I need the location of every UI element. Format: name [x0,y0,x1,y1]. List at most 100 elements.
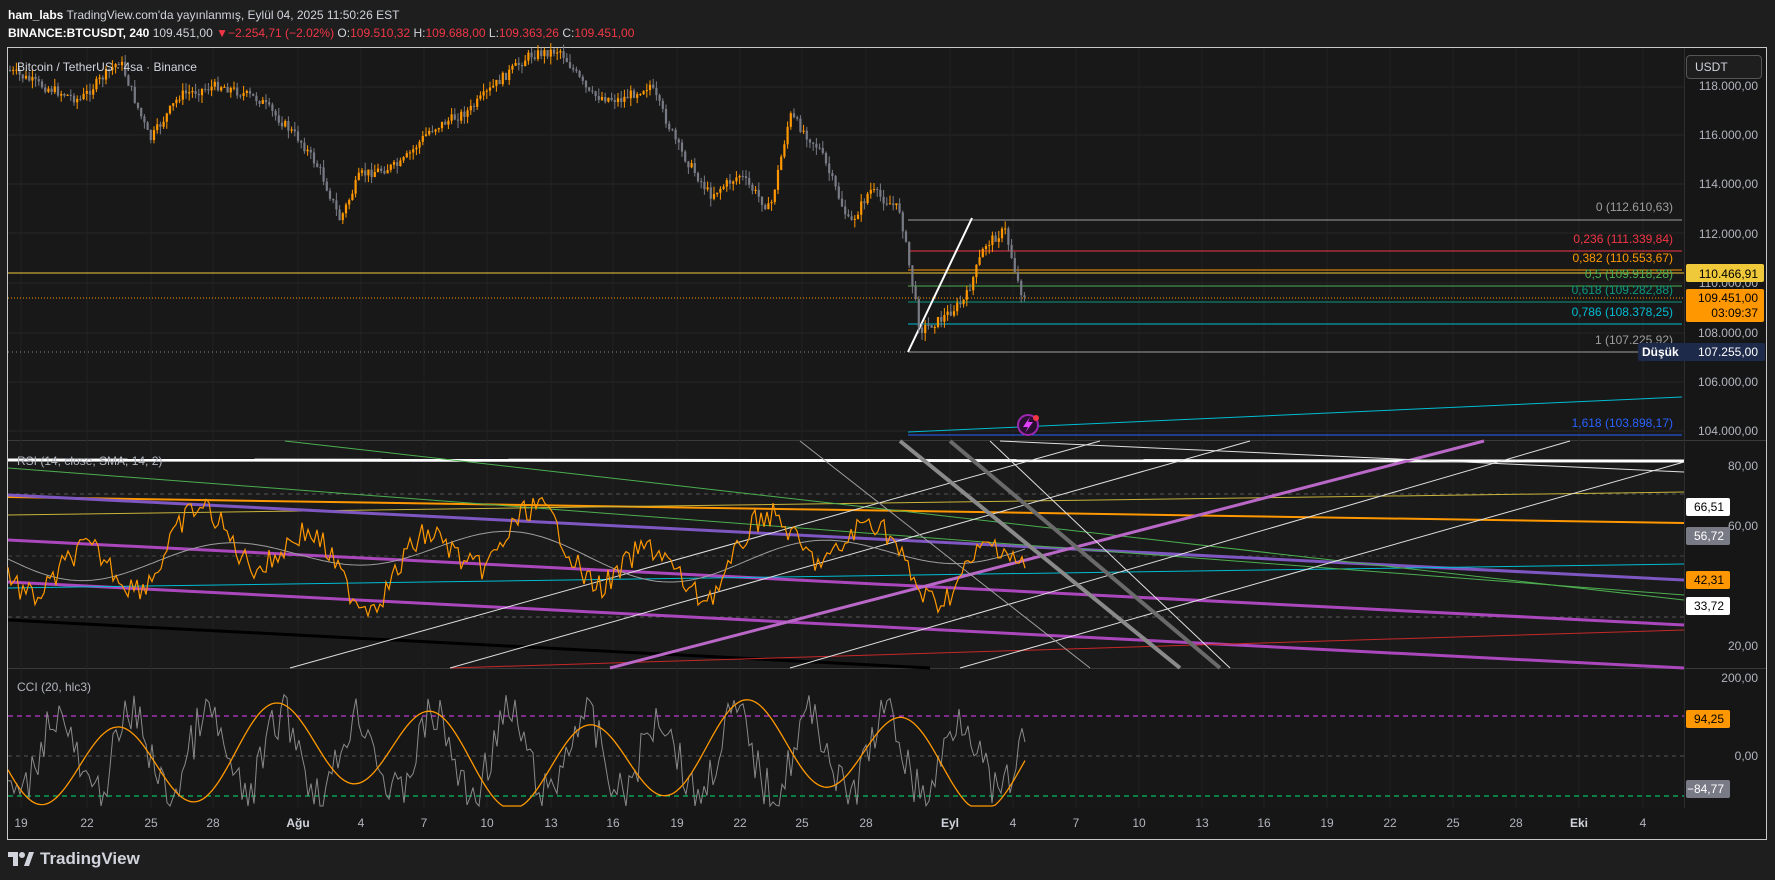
cci-badge: −84,77 [1687,782,1724,796]
candle-body [783,144,786,157]
candle-body [213,81,216,87]
candle-body [8,70,12,71]
candle-body [354,179,357,194]
candle-body [303,142,306,152]
candle-body [312,152,316,164]
candle-body [220,87,223,91]
candle-body [98,77,101,79]
tradingview-logo[interactable]: TradingView [8,849,140,869]
candle-body [696,172,700,182]
candle-body [988,244,991,247]
candle-body [792,113,796,118]
candle-body [975,264,978,278]
candle-body [232,87,236,89]
price-axis[interactable]: 118.000,00 116.000,00 114.000,00 112.000… [1698,79,1758,438]
candle-body [562,51,565,58]
candle-body [645,90,648,92]
time-axis-label: 16 [606,816,620,830]
candle-body [776,169,780,190]
candle-body [543,50,546,57]
candle-body [376,168,380,173]
candle-body [911,265,914,287]
candle-body [56,86,60,96]
candle-body [284,121,287,127]
candle-body [578,71,581,77]
candle-body [351,193,354,200]
candle-body [738,175,741,178]
candle-body [815,143,818,148]
candle-body [367,169,370,176]
candle-body [264,100,268,103]
candle-body [648,84,652,91]
candle-body [808,139,812,143]
candle-body [607,97,610,102]
lightning-icon[interactable] [1017,414,1039,436]
candle-body [28,75,31,81]
candle-body [978,257,981,265]
candle-body [165,113,168,122]
candle-body [728,180,732,184]
fib-level-label: 0 (112.610,63) [1596,200,1673,214]
candle-body [786,126,789,145]
candle-body [604,97,607,102]
candle-body [856,214,860,219]
candle-body [690,163,693,168]
candle-body [338,209,341,221]
candle-body [389,164,392,170]
candle-body [658,95,661,101]
candle-body [88,90,92,95]
candle-body [152,130,156,141]
fib-level-label: 1,618 (103.898,17) [1572,416,1673,430]
rsi-badge: 66,51 [1694,500,1724,514]
price-axis-label: 114.000,00 [1699,177,1758,191]
candle-body [735,177,738,182]
candle-body [287,121,290,131]
time-axis[interactable]: 19 22 25 28 Ağu 4 7 10 13 16 19 22 25 28 Eyl 4 7 10 13 16 19… [14,816,1646,830]
rsi-badge: 42,31 [1694,573,1724,587]
candle-body [1007,228,1010,245]
rsi-axis-label: 80,00 [1728,459,1758,473]
rsi-axis[interactable]: 80,00 60,00 20,00 [1728,459,1758,653]
candle-body [904,231,908,242]
candle-body [434,129,437,132]
candle-body [280,122,284,127]
candle-body [559,51,562,53]
candle-body [760,196,764,205]
candle-body [348,199,351,205]
level-badge: 110.466,91 [1699,267,1758,281]
candle-body [984,246,988,250]
candle-body [642,91,645,94]
candle-body [821,148,824,154]
candle-body [188,92,191,94]
candle-body [933,326,936,328]
candle-body [632,90,636,98]
candle-body [63,93,66,96]
candle-body [485,90,488,92]
candle-body [780,156,783,170]
cci-title: CCI (20, hlc3) [17,680,91,694]
candle-body [290,129,293,131]
candle-body [584,80,588,88]
candle-body [140,107,143,117]
price-axis-label: 104.000,00 [1698,424,1758,438]
chart-canvas[interactable]: 118.000,00 116.000,00 114.000,00 112.000… [0,0,1775,880]
currency-button[interactable]: USDT [1686,55,1762,79]
candle-body [24,75,28,79]
rsi-badges: 66,51 56,72 42,31 33,72 [1686,498,1730,615]
candle-body [463,111,466,117]
candle-body [674,129,677,140]
candle-body [277,115,280,123]
price-axis-label: 118.000,00 [1699,79,1758,93]
candle-body [789,113,792,127]
candle-body [700,181,703,183]
candle-body [591,90,594,92]
candle-body [274,110,277,116]
candle-body [21,74,24,79]
candle-body [380,168,383,172]
candle-body [744,176,748,178]
time-axis-label: 7 [421,816,428,830]
rsi-axis-label: 60,00 [1728,519,1758,533]
candle-body [661,100,664,109]
candle-body [184,90,188,94]
time-axis-label: 4 [1640,816,1647,830]
